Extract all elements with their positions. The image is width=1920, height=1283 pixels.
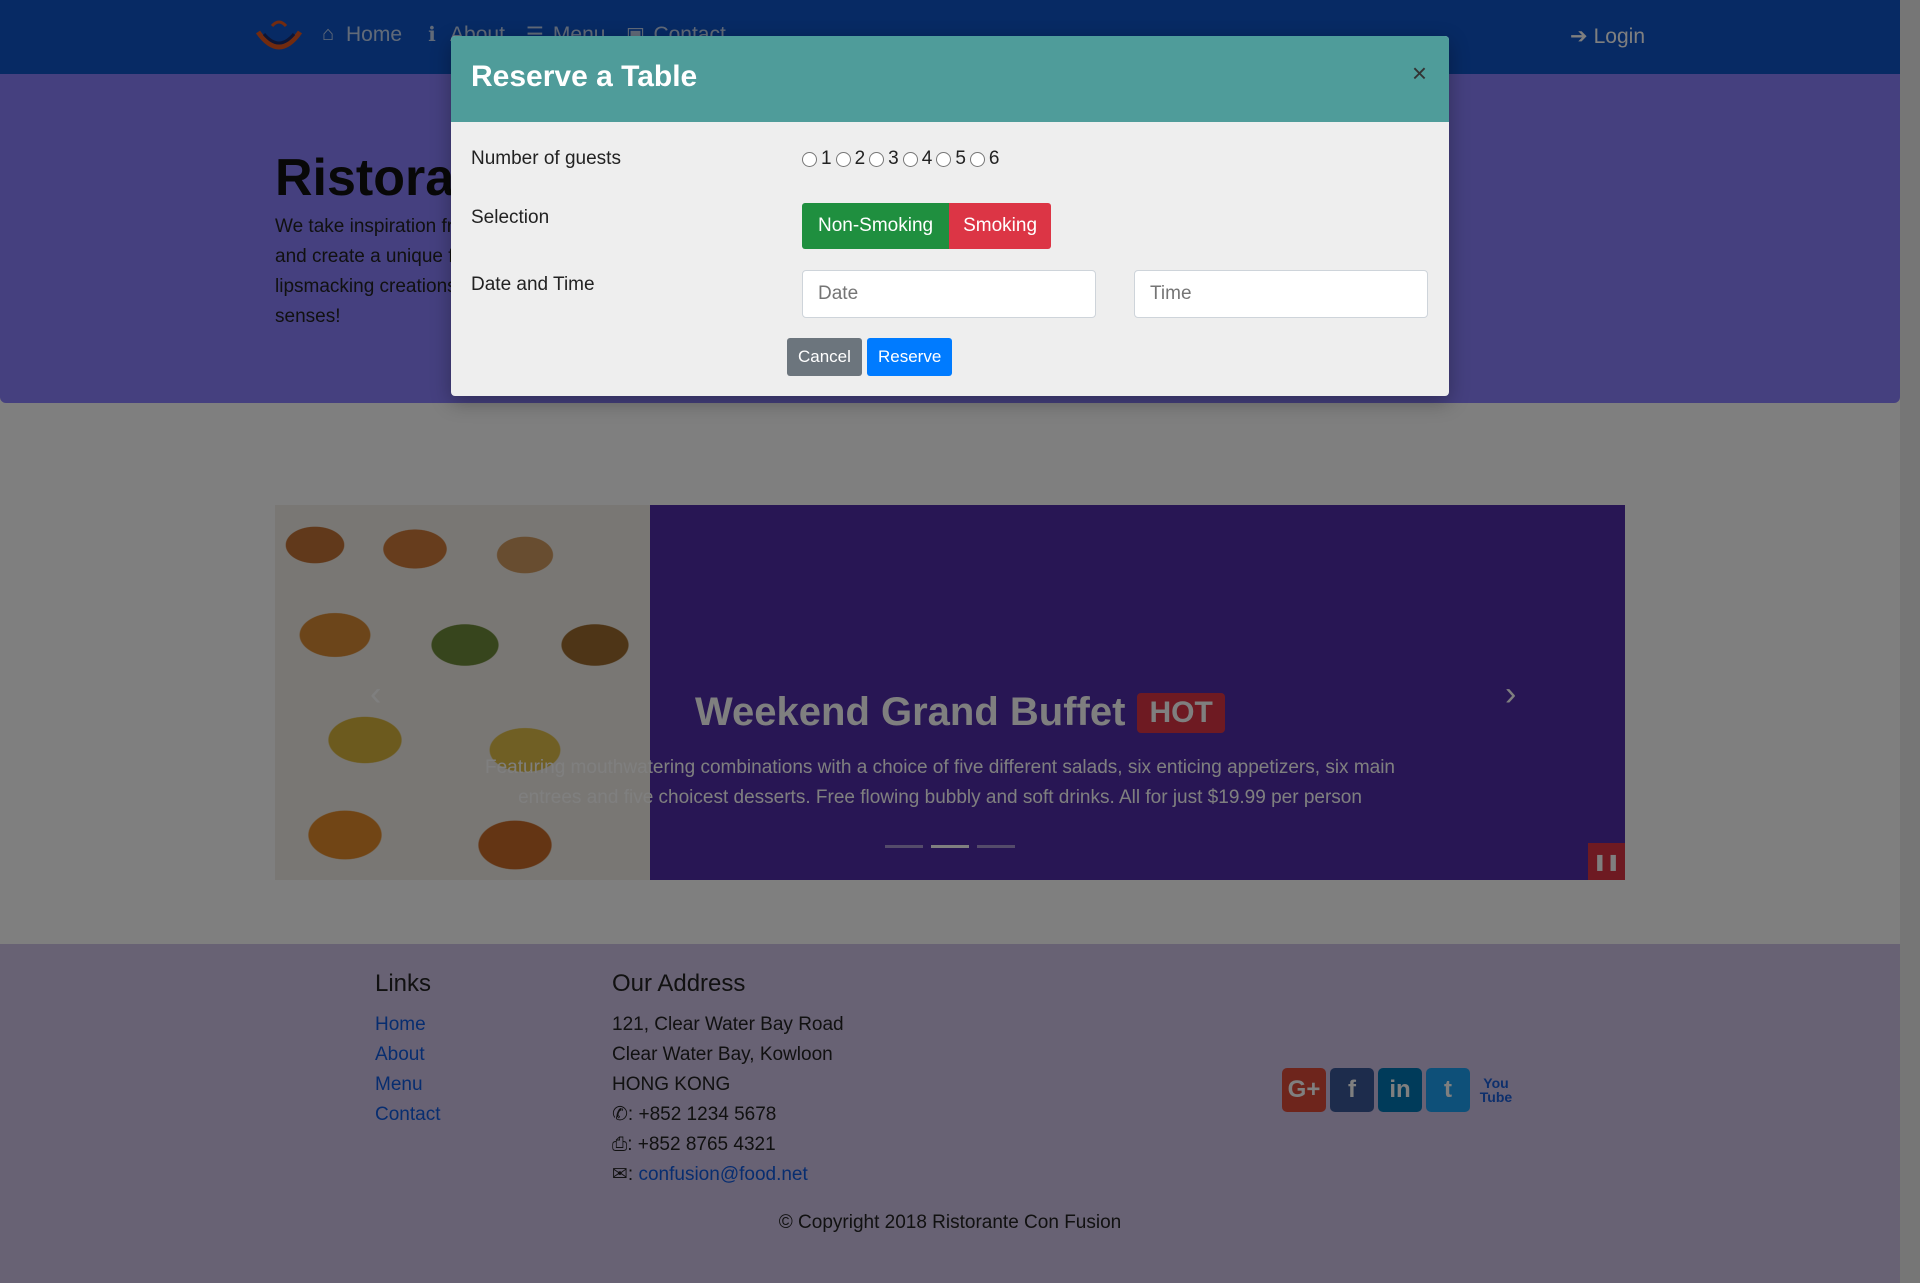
guest-option-label: 4 <box>921 148 933 169</box>
modal-title: Reserve a Table <box>471 60 698 93</box>
non-smoking-button[interactable]: Non-Smoking <box>802 203 950 249</box>
date-input[interactable] <box>802 270 1096 318</box>
guest-option-2[interactable]: 2 <box>835 148 866 170</box>
datetime-label: Date and Time <box>471 274 595 295</box>
radio-button[interactable] <box>902 151 918 167</box>
cancel-button[interactable]: Cancel <box>787 338 862 376</box>
guest-option-label: 5 <box>955 148 966 169</box>
guest-option-label: 6 <box>988 148 1000 169</box>
guest-option-3[interactable]: 3 <box>869 148 899 170</box>
guest-option-6[interactable]: 6 <box>969 148 1000 170</box>
guest-option-5[interactable]: 5 <box>936 148 966 170</box>
guests-radio-group: 1 2 3 4 5 6 <box>802 148 1003 170</box>
radio-button[interactable] <box>835 151 851 167</box>
radio-button[interactable] <box>969 151 985 167</box>
guest-option-1[interactable]: 1 <box>802 148 832 170</box>
smoking-selection-group: Non-Smoking Smoking <box>802 203 1052 249</box>
guests-label: Number of guests <box>471 148 621 169</box>
guest-option-label: 1 <box>821 148 832 169</box>
smoking-button[interactable]: Smoking <box>949 203 1052 249</box>
selection-label: Selection <box>471 207 550 228</box>
time-input[interactable] <box>1134 270 1428 318</box>
reserve-table-modal: Reserve a Table × Number of guests 1 2 3… <box>451 36 1449 396</box>
close-icon[interactable]: × <box>1412 58 1427 89</box>
modal-header: Reserve a Table × <box>451 36 1449 122</box>
radio-button[interactable] <box>802 151 817 167</box>
radio-button[interactable] <box>936 151 952 167</box>
guest-option-label: 3 <box>888 148 899 169</box>
radio-button[interactable] <box>869 151 885 167</box>
guest-option-4[interactable]: 4 <box>902 148 933 170</box>
reserve-button[interactable]: Reserve <box>867 338 953 376</box>
guest-option-label: 2 <box>854 148 866 169</box>
